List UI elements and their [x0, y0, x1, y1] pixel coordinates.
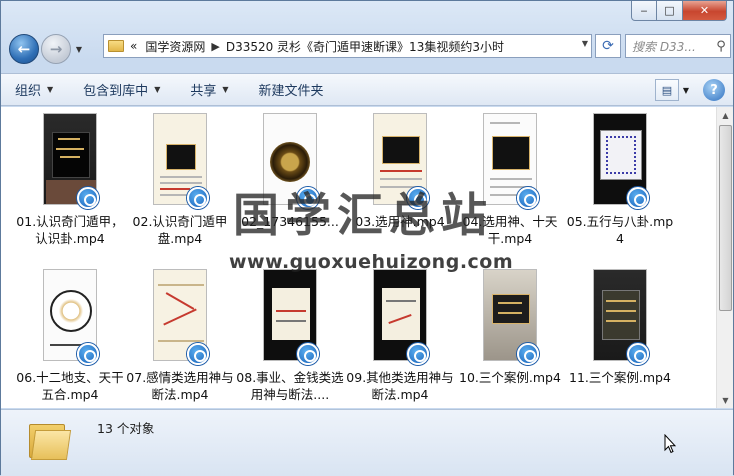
mouse-cursor-icon — [664, 434, 676, 454]
navigation-bar: ← → ▼ « 国学资源网 ▶ D33520 灵杉《奇门遁甲速断课》13集视频约… — [5, 31, 731, 67]
scroll-down-icon[interactable]: ▼ — [717, 392, 734, 408]
media-player-icon — [517, 187, 539, 209]
file-item[interactable]: 11.三个案例.mp4 — [565, 265, 675, 413]
file-name[interactable]: 11.三个案例.mp4 — [565, 369, 675, 386]
breadcrumb-overflow[interactable]: « — [130, 39, 137, 53]
forward-button[interactable]: → — [41, 34, 71, 64]
recent-pages-dropdown[interactable]: ▼ — [73, 45, 85, 54]
maximize-button[interactable]: □ — [657, 1, 683, 21]
organize-menu[interactable]: 组织 ▼ — [15, 80, 53, 99]
file-item[interactable]: 10.三个案例.mp4 — [455, 265, 565, 413]
watermark-url: www.guoxuehuizong.com — [229, 251, 514, 273]
media-player-icon — [187, 187, 209, 209]
view-options-dropdown[interactable]: ▼ — [679, 79, 693, 101]
file-name[interactable]: 09.其他类选用神与断法.mp4 — [345, 369, 455, 403]
chevron-down-icon[interactable]: ▼ — [582, 39, 588, 48]
watermark-title: 国学汇总站 — [233, 188, 493, 242]
file-name[interactable]: 07.感情类选用神与断法.mp4 — [125, 369, 235, 403]
file-name[interactable]: 10.三个案例.mp4 — [455, 369, 565, 386]
folder-icon — [29, 420, 72, 460]
search-input[interactable]: 搜索 D33... — [632, 38, 712, 55]
details-pane: 13 个对象 — [1, 409, 733, 476]
search-icon[interactable]: ⚲ — [712, 39, 730, 54]
media-player-icon — [627, 187, 649, 209]
folder-icon — [108, 40, 124, 52]
breadcrumb-item-current[interactable]: D33520 灵杉《奇门遁甲速断课》13集视频约3小时 — [226, 38, 504, 55]
file-item[interactable]: 07.感情类选用神与断法.mp4 — [125, 265, 235, 413]
media-player-icon — [407, 343, 429, 365]
media-player-icon — [517, 343, 539, 365]
share-menu[interactable]: 共享 ▼ — [190, 80, 228, 99]
vertical-scrollbar[interactable]: ▲ ▼ — [716, 107, 733, 408]
explorer-window: ‒ □ ✕ ← → ▼ « 国学资源网 ▶ D33520 灵杉《奇门遁甲速断课》… — [0, 0, 734, 476]
media-player-icon — [77, 343, 99, 365]
scrollbar-thumb[interactable] — [719, 125, 732, 311]
chevron-down-icon: ▼ — [47, 85, 54, 94]
media-player-icon — [187, 343, 209, 365]
minimize-button[interactable]: ‒ — [631, 1, 657, 21]
file-item[interactable]: 01.认识奇门遁甲，认识卦.mp4 — [15, 109, 125, 257]
close-button[interactable]: ✕ — [683, 1, 727, 21]
include-in-library-menu[interactable]: 包含到库中 ▼ — [83, 80, 160, 99]
media-player-icon — [297, 343, 319, 365]
file-name[interactable]: 06.十二地支、天干五合.mp4 — [15, 369, 125, 403]
file-name[interactable]: 01.认识奇门遁甲，认识卦.mp4 — [15, 213, 125, 247]
breadcrumb-item-root[interactable]: 国学资源网 — [145, 38, 205, 55]
file-name[interactable]: 02.认识奇门遁甲盘.mp4 — [125, 213, 235, 247]
chevron-down-icon: ▼ — [222, 85, 229, 94]
refresh-icon: ⟳ — [602, 38, 614, 54]
chevron-down-icon: ▼ — [154, 85, 161, 94]
caption-buttons: ‒ □ ✕ — [631, 1, 727, 21]
scroll-up-icon[interactable]: ▲ — [717, 107, 734, 123]
view-icon[interactable]: ▤ — [655, 79, 679, 101]
item-count: 13 个对象 — [97, 421, 155, 436]
file-item[interactable]: 05.五行与八卦.mp4 — [565, 109, 675, 257]
file-item[interactable]: 08.事业、金钱类选用神与断法.... — [235, 265, 345, 413]
file-item[interactable]: 02.认识奇门遁甲盘.mp4 — [125, 109, 235, 257]
media-player-icon — [627, 343, 649, 365]
new-folder-button[interactable]: 新建文件夹 — [259, 80, 324, 99]
chevron-right-icon[interactable]: ▶ — [211, 40, 219, 53]
media-player-icon — [77, 187, 99, 209]
help-button[interactable]: ? — [703, 79, 725, 101]
file-name[interactable]: 05.五行与八卦.mp4 — [565, 213, 675, 247]
refresh-button[interactable]: ⟳ — [595, 34, 621, 58]
file-item[interactable]: 06.十二地支、天干五合.mp4 — [15, 265, 125, 413]
back-button[interactable]: ← — [9, 34, 39, 64]
address-bar[interactable]: « 国学资源网 ▶ D33520 灵杉《奇门遁甲速断课》13集视频约3小时 ▼ — [103, 34, 592, 58]
file-name[interactable]: 08.事业、金钱类选用神与断法.... — [235, 369, 345, 403]
command-bar: 组织 ▼ 包含到库中 ▼ 共享 ▼ 新建文件夹 ▤ ▼ ? — [1, 73, 733, 106]
search-box[interactable]: 搜索 D33... ⚲ — [625, 34, 731, 58]
file-item[interactable]: 09.其他类选用神与断法.mp4 — [345, 265, 455, 413]
